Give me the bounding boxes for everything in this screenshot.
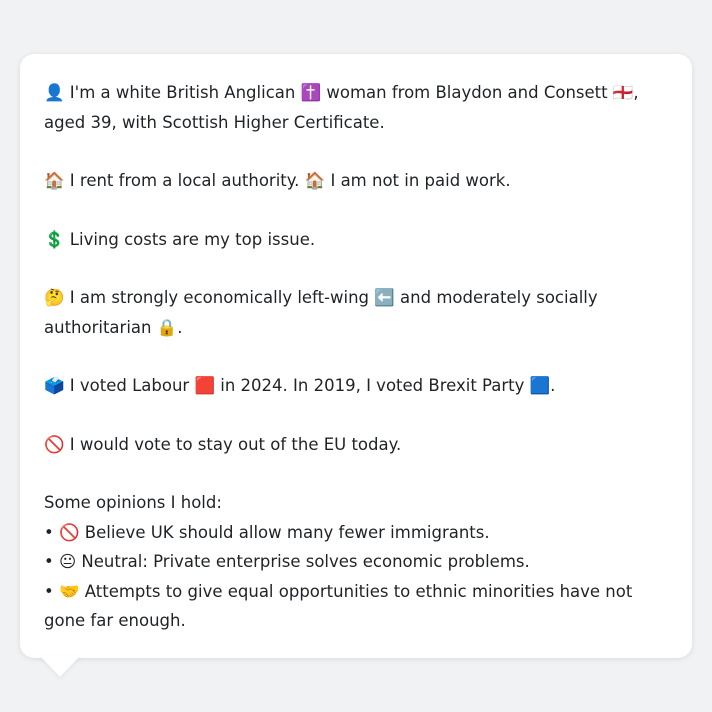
identity-paragraph: 👤 I'm a white British Anglican ✝️ woman … — [44, 83, 639, 132]
top-issue-paragraph: 💲 Living costs are my top issue. — [44, 229, 316, 249]
eu-stance-paragraph: 🚫 I would vote to stay out of the EU tod… — [44, 434, 402, 454]
voting-history-paragraph: 🗳️ I voted Labour 🟥 in 2024. In 2019, I … — [44, 376, 556, 395]
housing-work-paragraph: 🏠 I rent from a local authority. 🏠 I am … — [44, 171, 511, 190]
persona-message-bubble: 👤 I'm a white British Anglican ✝️ woman … — [20, 54, 692, 658]
ideology-paragraph: 🤔 I am strongly economically left-wing ⬅… — [44, 288, 598, 337]
bubble-tail — [40, 656, 80, 677]
opinion-item: • 😐 Neutral: Private enterprise solves e… — [44, 552, 530, 571]
opinions-heading: Some opinions I hold: — [44, 493, 222, 512]
opinion-item: • 🚫 Believe UK should allow many fewer i… — [44, 522, 490, 542]
opinion-item: • 🤝 Attempts to give equal opportunities… — [44, 581, 633, 631]
